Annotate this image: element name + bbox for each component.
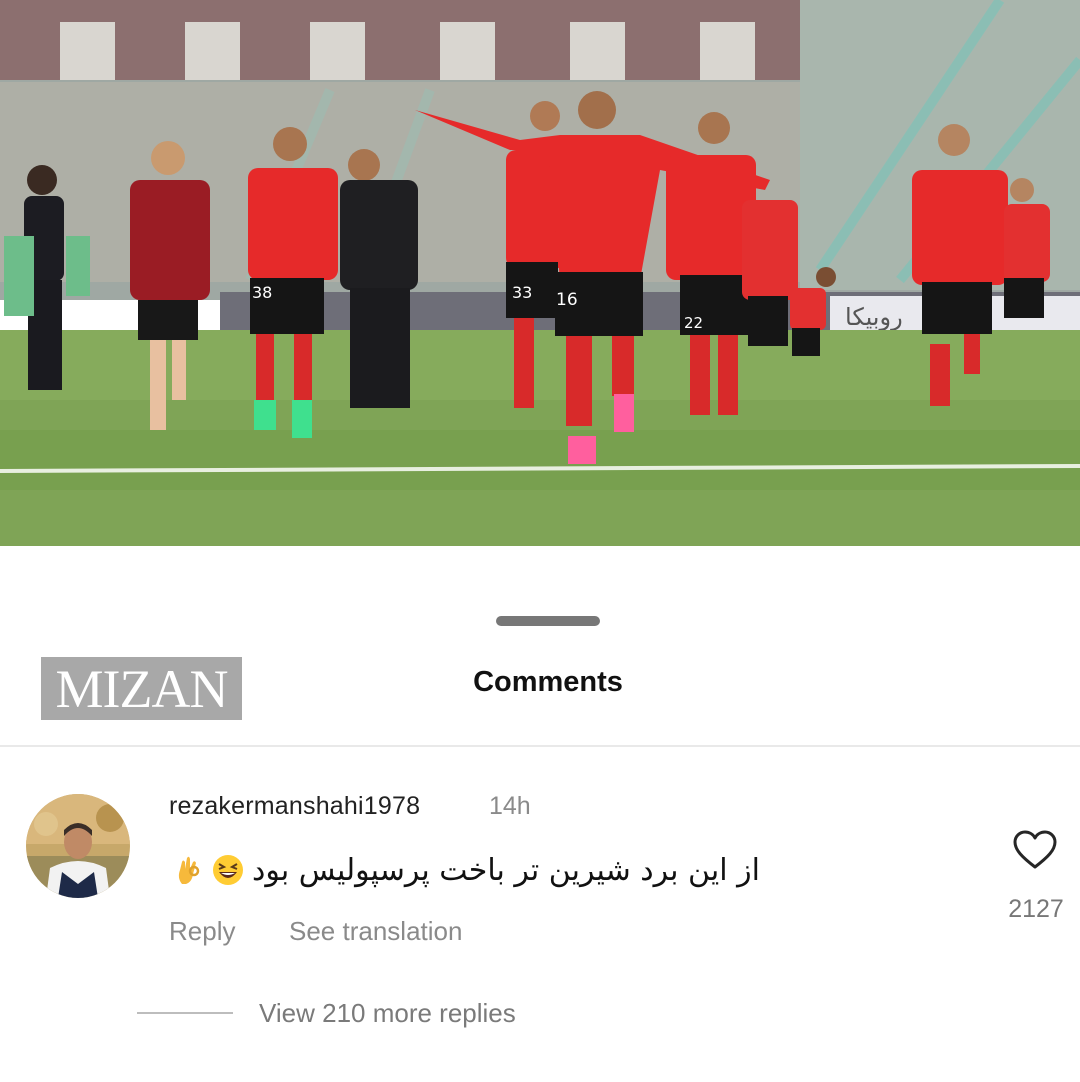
- jersey-number: 33: [512, 283, 532, 302]
- jersey-number: 16: [556, 290, 578, 310]
- avatar[interactable]: [26, 794, 130, 898]
- jersey-number: 38: [252, 283, 272, 302]
- comment-timestamp: 14h: [489, 792, 531, 820]
- sheet-drag-handle[interactable]: [496, 616, 600, 626]
- comment-body: از این برد شیرین تر باخت پرسپولیس بود: [172, 848, 782, 892]
- jersey-number: 22: [684, 314, 703, 332]
- like-count: 2127: [1008, 895, 1064, 923]
- replies-divider: [137, 1012, 233, 1014]
- grinning-squinting-face-icon: [213, 855, 243, 885]
- ok-hand-icon: [178, 856, 200, 884]
- ad-board-text: روبیکا: [845, 303, 903, 331]
- comment-text: از این برد شیرین تر باخت پرسپولیس بود: [252, 852, 760, 888]
- heart-icon[interactable]: [1012, 829, 1058, 871]
- comments-title: Comments: [473, 666, 623, 698]
- view-more-replies-button[interactable]: View 210 more replies: [259, 998, 516, 1029]
- reply-button[interactable]: Reply: [169, 916, 235, 947]
- header-divider: [0, 745, 1080, 747]
- comment-username[interactable]: rezakermanshahi1978: [169, 792, 420, 821]
- see-translation-button[interactable]: See translation: [289, 916, 462, 947]
- post-image: روبیکا 38 33 16 22: [0, 0, 1080, 546]
